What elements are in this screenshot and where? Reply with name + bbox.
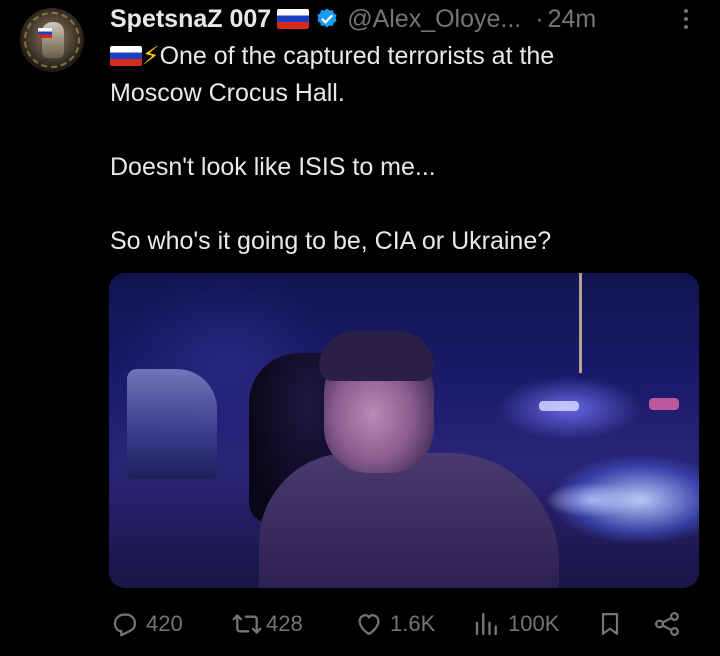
media-siren-light xyxy=(539,401,579,411)
repost-count: 428 xyxy=(266,611,303,636)
media-siren-light-red xyxy=(649,398,679,410)
timestamp[interactable]: 24m xyxy=(548,5,597,34)
like-button[interactable]: 1.6K xyxy=(354,602,435,646)
author-name[interactable]: SpetsnaZ 007 xyxy=(110,5,271,34)
tweet-text-line-1-content: One of the captured terrorists at the xyxy=(159,42,555,70)
reply-button[interactable]: 420 xyxy=(110,602,183,646)
author-handle[interactable]: @Alex_Oloye... xyxy=(347,5,521,34)
repost-icon xyxy=(232,614,262,634)
bookmark-button[interactable] xyxy=(596,602,624,646)
russia-flag-icon xyxy=(277,9,310,29)
tweet-text-line-4: So who's it going to be, CIA or Ukraine? xyxy=(110,227,552,255)
avatar-flag xyxy=(38,28,52,38)
media-police-car xyxy=(127,369,217,479)
share-button[interactable] xyxy=(652,602,682,646)
like-icon xyxy=(358,614,380,636)
tweet-text-line-2: Moscow Crocus Hall. xyxy=(110,79,345,107)
action-bar: 420 428 1.6K 100K xyxy=(0,602,720,646)
views-button[interactable]: 100K xyxy=(472,602,559,646)
tweet-text-line-3: Doesn't look like ISIS to me... xyxy=(110,153,436,181)
share-icon xyxy=(654,611,680,637)
reply-count: 420 xyxy=(146,611,183,636)
russia-flag-icon xyxy=(110,46,142,66)
like-count: 1.6K xyxy=(390,611,436,636)
repost-button[interactable]: 428 xyxy=(230,602,303,646)
avatar[interactable] xyxy=(20,8,84,72)
tweet-text: ⚡One of the captured terrorists at the M… xyxy=(110,38,710,260)
lightning-icon: ⚡ xyxy=(142,42,160,70)
verified-badge-icon[interactable] xyxy=(315,7,339,31)
more-options-icon[interactable] xyxy=(676,6,696,32)
views-icon xyxy=(475,612,497,636)
tweet-media-video[interactable] xyxy=(109,273,699,588)
media-pole xyxy=(579,273,582,373)
bookmark-icon xyxy=(601,612,619,636)
media-hair xyxy=(319,331,434,381)
views-count: 100K xyxy=(508,611,560,636)
separator-dot: · xyxy=(535,4,544,33)
reply-icon xyxy=(113,613,137,637)
tweet-text-line-1: ⚡One of the captured terrorists at the xyxy=(110,38,710,75)
tweet-header: SpetsnaZ 007 @Alex_Oloye... · 24m xyxy=(110,4,596,34)
media-body xyxy=(259,453,559,588)
